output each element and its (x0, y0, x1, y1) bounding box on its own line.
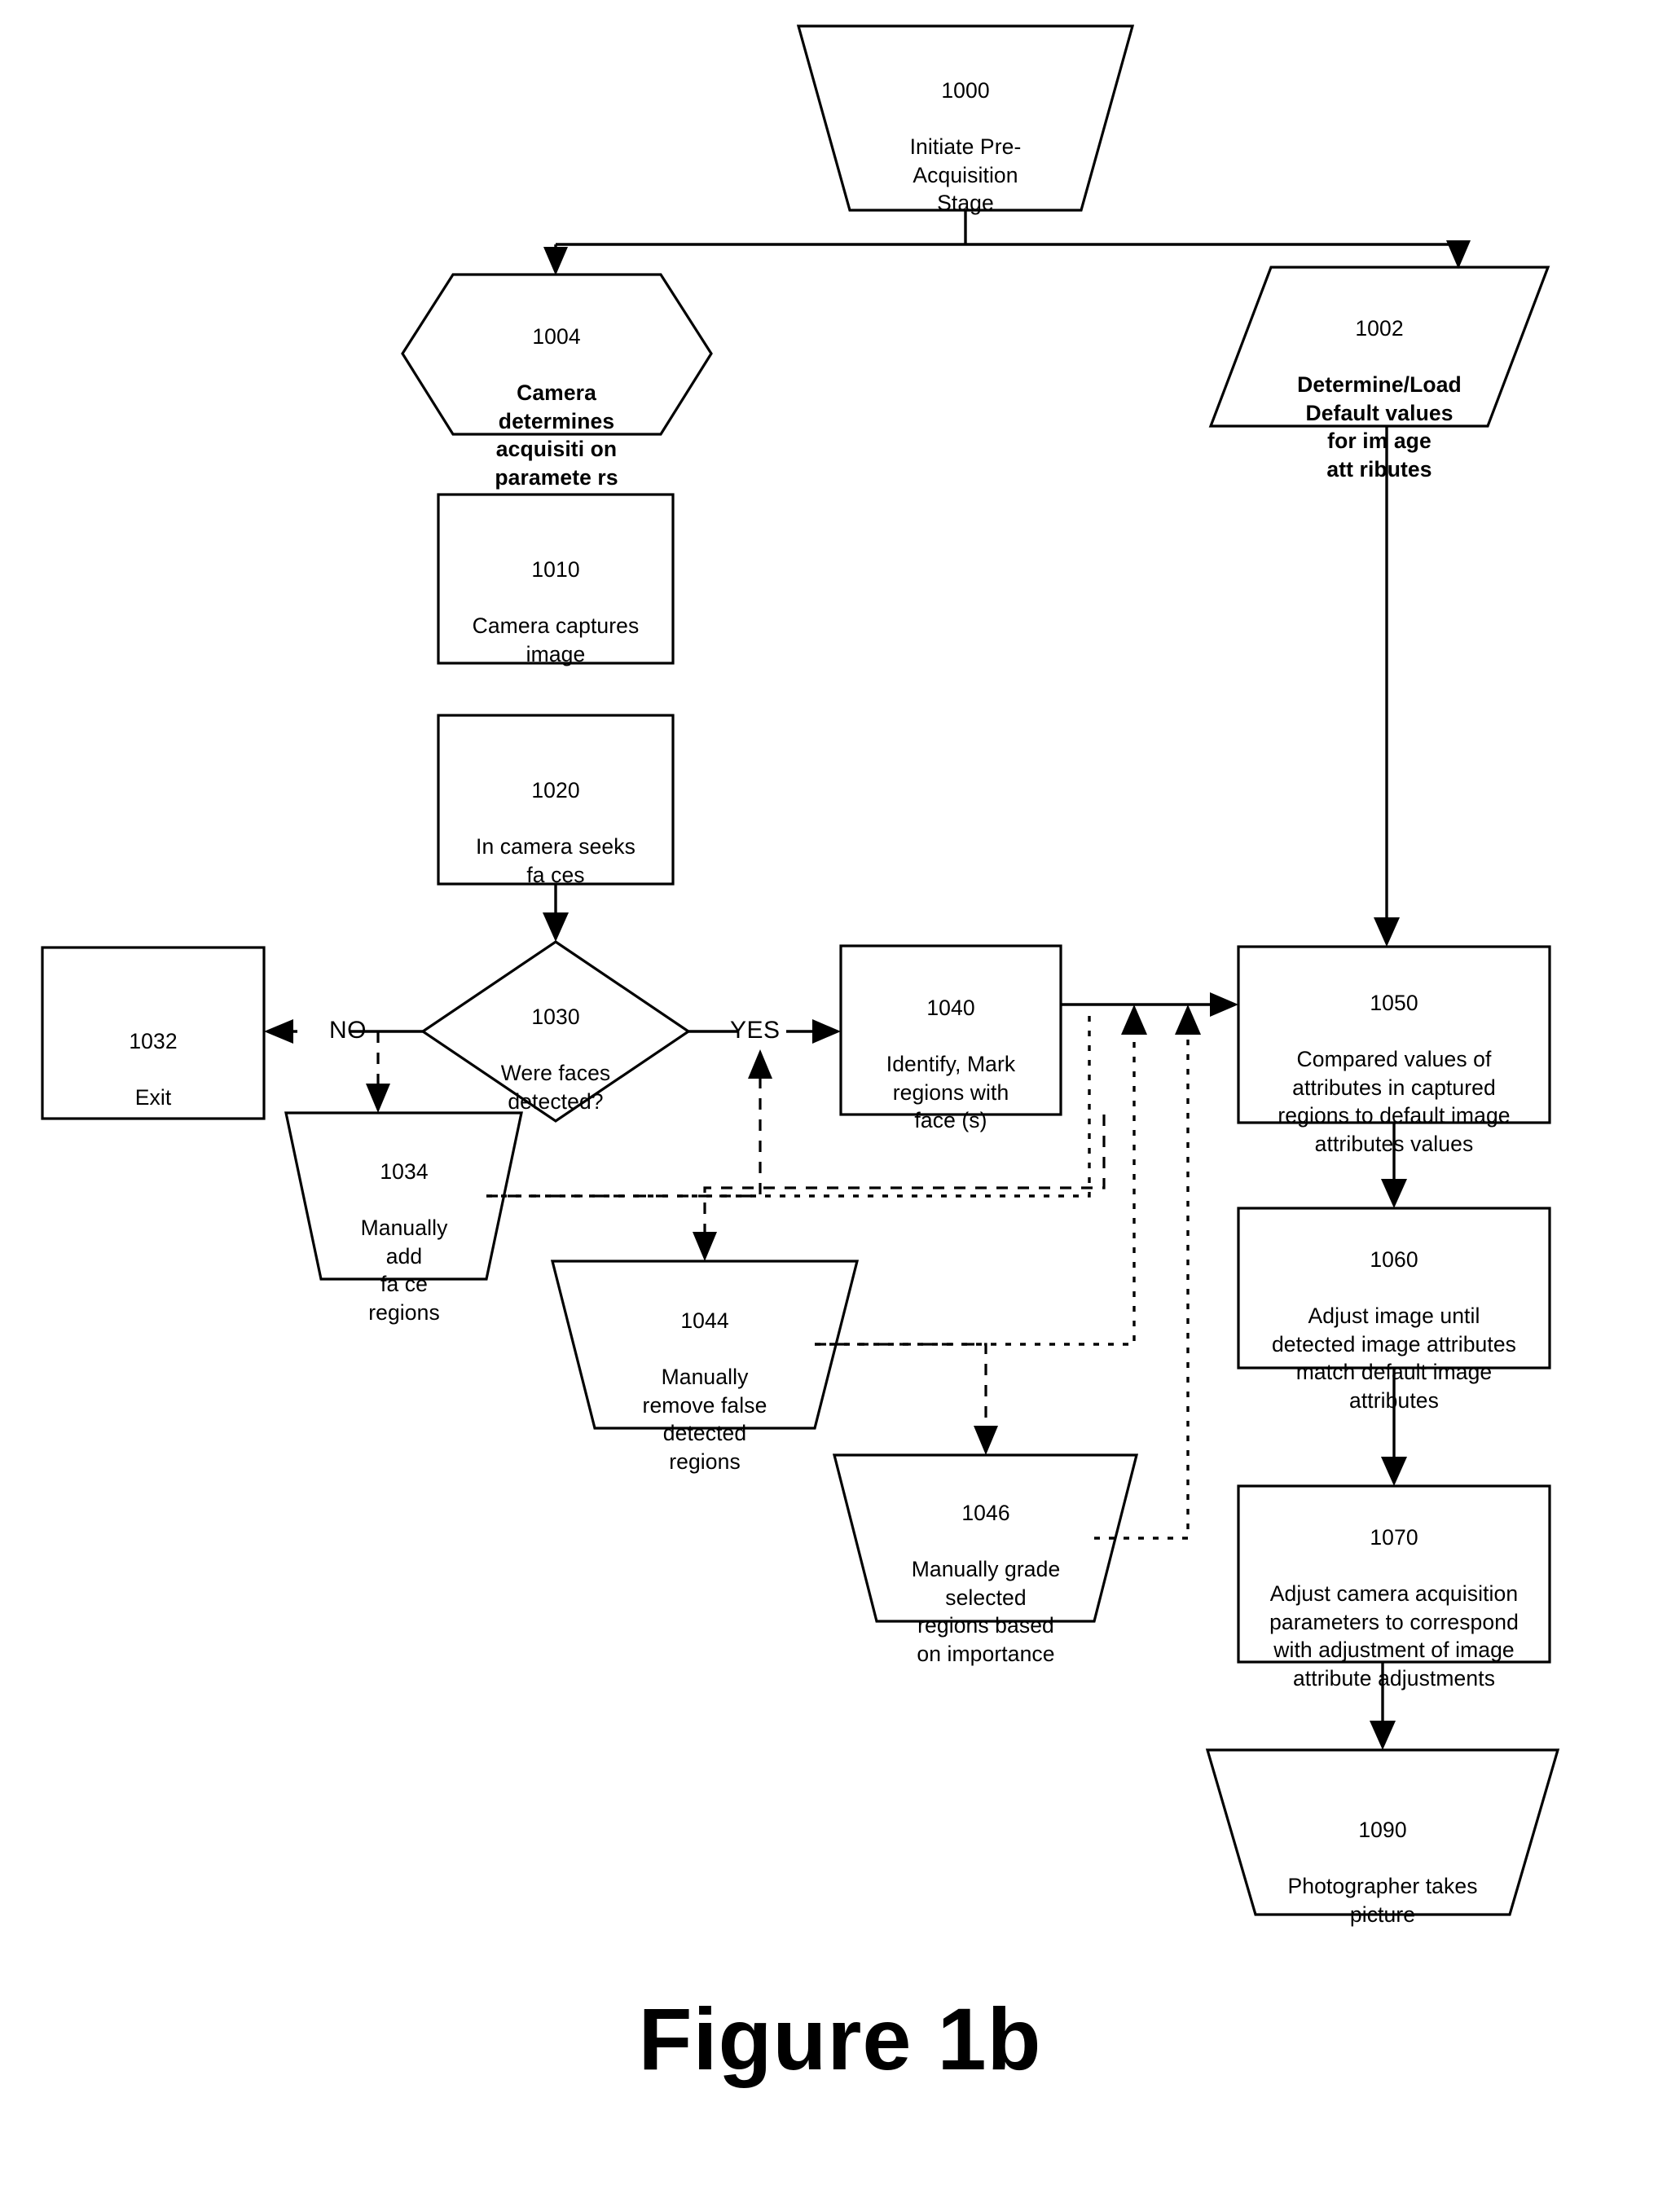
node-shape-1040 (839, 944, 1062, 1116)
node-shape-1032 (41, 946, 266, 1120)
arrowhead-1030-1040 (812, 1019, 841, 1044)
node-shape-1002 (1208, 266, 1550, 428)
arrowhead-1044-1046 (974, 1426, 998, 1455)
arrowhead-1070-1090 (1370, 1721, 1396, 1750)
arrowhead-1060-1070 (1381, 1457, 1407, 1486)
arrowhead-1044-bus (1121, 1005, 1147, 1035)
node-shape-1010 (437, 493, 675, 665)
node-shape-1034 (284, 1111, 523, 1281)
figure-page: 1000 Initiate Pre- Acquisition Stage 100… (0, 0, 1680, 2194)
node-shape-1050 (1237, 945, 1551, 1124)
arrowhead-to-1004 (543, 247, 568, 275)
node-shape-1030 (420, 940, 691, 1123)
arrowhead-1034-yes (748, 1049, 772, 1079)
arrowhead-1046-bus (1175, 1005, 1201, 1035)
node-shape-1060 (1237, 1207, 1551, 1370)
arrowhead-1030-1032 (264, 1019, 293, 1044)
arrowhead-to-1002 (1446, 240, 1471, 269)
branch-label-no: NO (329, 1017, 367, 1044)
arrowhead-1030-1034 (366, 1084, 390, 1113)
connector-1000-split (554, 210, 1460, 261)
node-shape-1090 (1205, 1748, 1560, 1916)
node-shape-1004 (401, 273, 713, 436)
arrowhead-1040-1044 (693, 1232, 717, 1261)
node-shape-1044 (550, 1260, 860, 1430)
arrowhead-1020-1030 (543, 912, 569, 942)
node-shape-1000 (796, 24, 1135, 212)
branch-label-yes: YES (730, 1017, 781, 1044)
connector-1040-1044 (703, 1115, 1106, 1235)
arrowhead-1002-1050 (1374, 917, 1400, 947)
node-shape-1046 (832, 1453, 1139, 1623)
node-shape-1020 (437, 714, 675, 886)
node-shape-1070 (1237, 1484, 1551, 1664)
arrowhead-1050-1060 (1381, 1179, 1407, 1208)
connector-1044-1046 (815, 1343, 987, 1429)
figure-caption: Figure 1b (638, 1990, 1042, 2088)
arrowhead-1040-1050 (1210, 992, 1238, 1017)
flowchart-canvas (41, 24, 1560, 1916)
